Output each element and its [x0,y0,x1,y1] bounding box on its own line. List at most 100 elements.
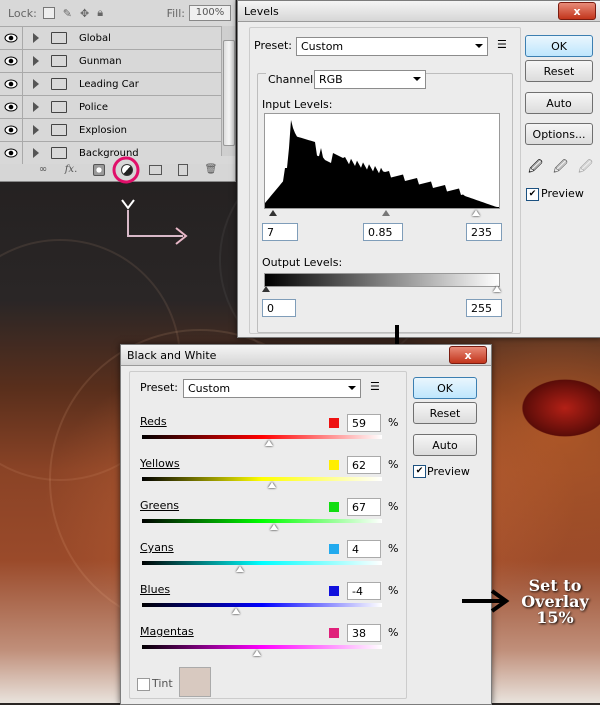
layers-scrollbar[interactable] [221,26,235,156]
input-black-field[interactable]: 7 [262,223,298,241]
expand-triangle-icon[interactable] [33,33,39,43]
fx-icon[interactable]: fx. [64,164,78,176]
channel-slider[interactable] [142,561,382,565]
eye-icon[interactable] [0,50,23,72]
channel-color-swatch [329,460,339,470]
bw-preset-menu-icon[interactable]: ☰ [370,380,380,393]
lock-transparent-icon[interactable] [42,7,55,19]
layer-name: Police [79,101,108,113]
levels-reset-button[interactable]: Reset [525,60,593,82]
black-eyedropper-icon[interactable]: 🖉︎ [528,156,543,180]
layer-row[interactable]: Gunman [0,49,235,72]
channel-value-field[interactable]: 67 [347,498,381,516]
lock-all-icon[interactable]: 🔒︎ [97,6,103,20]
levels-auto-button[interactable]: Auto [525,92,593,114]
expand-triangle-icon[interactable] [33,102,39,112]
levels-options-button[interactable]: Options... [525,123,593,145]
channel-slider-knob[interactable] [232,608,240,614]
channel-slider-knob[interactable] [270,524,278,530]
expand-triangle-icon[interactable] [33,148,39,158]
histogram-shape [265,120,499,208]
levels-titlebar: Levels x [238,1,600,22]
input-white-field[interactable]: 235 [466,223,502,241]
layer-row[interactable]: Police [0,95,235,118]
fill-control: Fill: 100% [167,5,235,21]
channel-slider[interactable] [142,477,382,481]
channel-slider-knob[interactable] [268,482,276,488]
percent-sign: % [388,500,399,513]
levels-preset-menu-icon[interactable]: ☰ [497,38,507,51]
levels-preview-checkbox[interactable]: ✔ [526,188,539,201]
levels-close-button[interactable]: x [558,2,596,20]
lock-label: Lock: [8,6,37,20]
input-gamma-knob[interactable] [382,210,390,216]
output-slider-track[interactable] [262,285,501,295]
layer-name: Global [79,32,111,44]
lock-position-icon[interactable]: ✥ [80,7,89,20]
channel-label: Cyans [140,541,174,554]
input-slider-track[interactable] [264,208,500,218]
channel-value-field[interactable]: 38 [347,624,381,642]
bw-close-button[interactable]: x [449,346,487,364]
eye-icon[interactable] [0,96,23,118]
down-arrow-small [121,199,135,210]
lock-image-icon[interactable]: ✎ [63,7,72,20]
channel-slider[interactable] [142,645,382,649]
channel-slider-knob[interactable] [265,440,273,446]
histogram [264,113,500,209]
channel-value: RGB [319,73,343,86]
tint-checkbox[interactable] [137,678,150,691]
bw-preview-label: Preview [427,465,470,478]
channel-slider[interactable] [142,519,382,523]
layer-row[interactable]: Explosion [0,118,235,141]
fill-input[interactable]: 100% [189,5,231,21]
channel-slider[interactable] [142,435,382,439]
input-white-knob[interactable] [472,210,480,216]
eye-icon[interactable] [0,119,23,141]
channel-value-field[interactable]: 4 [347,540,381,558]
output-black-knob[interactable] [262,286,270,292]
output-black-field[interactable]: 0 [262,299,296,317]
black-and-white-dialog: Black and White x Preset: Custom ☰ Reds 5… [120,344,492,705]
channel-slider-knob[interactable] [236,566,244,572]
layer-row[interactable]: Leading Car [0,72,235,95]
bw-auto-button[interactable]: Auto [413,434,477,456]
expand-triangle-icon[interactable] [33,79,39,89]
channel-slider[interactable] [142,603,382,607]
gray-eyedropper-icon[interactable]: 🖉︎ [553,156,568,180]
scroll-thumb[interactable] [223,40,235,146]
channel-color-swatch [329,544,339,554]
eye-icon[interactable] [0,73,23,95]
channel-value-field[interactable]: 59 [347,414,381,432]
levels-preset-select[interactable]: Custom [296,37,488,56]
bw-preview-checkbox[interactable]: ✔ [413,465,426,478]
eye-icon[interactable] [0,27,23,49]
bw-ok-button[interactable]: OK [413,377,477,399]
link-icon[interactable]: ∞ [36,164,50,176]
trash-icon[interactable]: 🗑︎ [204,164,218,176]
channel-slider-knob[interactable] [253,650,261,656]
expand-triangle-icon[interactable] [33,125,39,135]
percent-sign: % [388,542,399,555]
channel-color-swatch [329,418,339,428]
lock-bar: Lock: ✎ ✥ 🔒︎ Fill: 100% [0,0,235,26]
output-white-knob[interactable] [493,286,501,292]
channel-value-field[interactable]: 62 [347,456,381,474]
channel-value-field[interactable]: -4 [347,582,381,600]
tint-swatch[interactable] [179,667,211,697]
bw-preset-select[interactable]: Custom [183,379,361,398]
input-black-knob[interactable] [269,210,277,216]
bw-reset-button[interactable]: Reset [413,402,477,424]
levels-ok-button[interactable]: OK [525,35,593,57]
folder-icon [51,124,67,136]
output-white-field[interactable]: 255 [466,299,502,317]
highlight-circle [112,156,140,184]
output-levels-label: Output Levels: [262,256,343,269]
levels-preset-label: Preset: [254,39,293,52]
expand-triangle-icon[interactable] [33,56,39,66]
white-eyedropper-icon[interactable]: 🖉︎ [578,156,593,180]
input-gamma-field[interactable]: 0.85 [363,223,403,241]
channel-select[interactable]: RGB [314,70,426,89]
layer-row[interactable]: Global [0,26,235,49]
mask-icon[interactable] [92,163,106,176]
